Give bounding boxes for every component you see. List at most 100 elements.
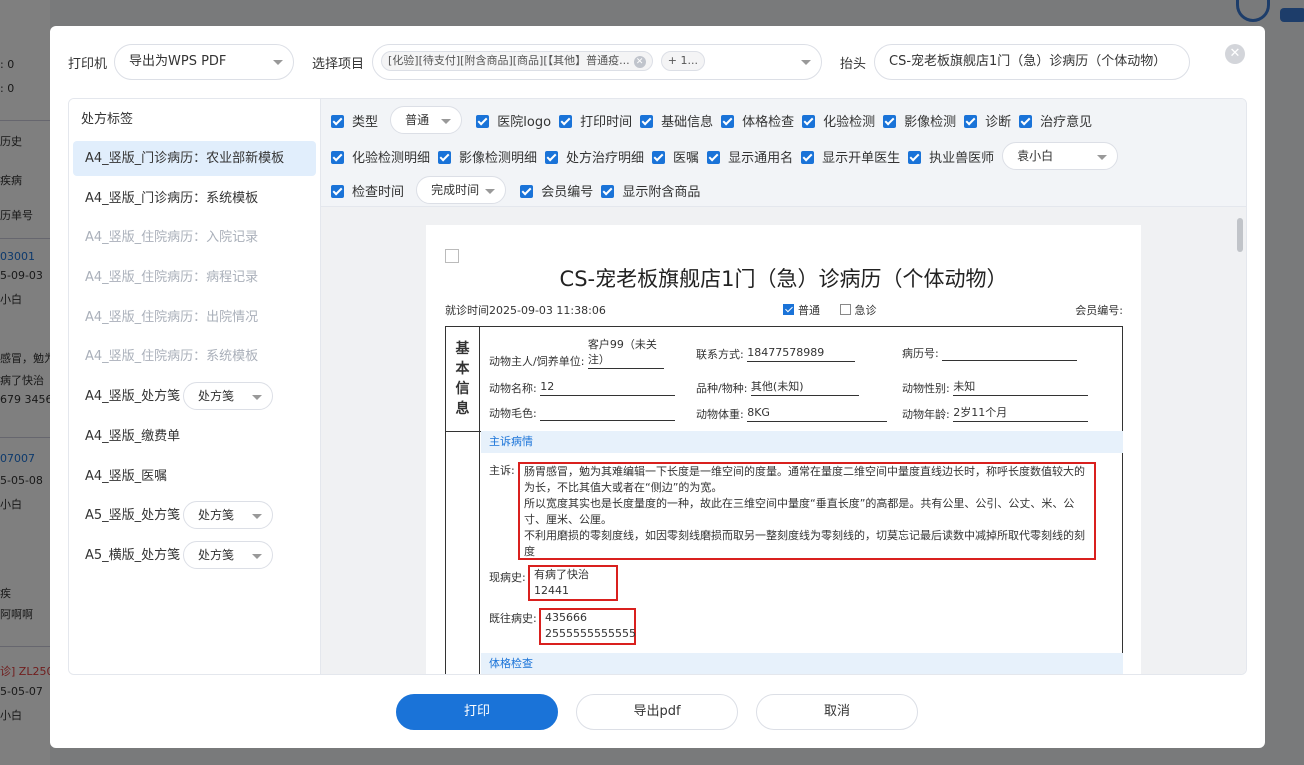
header-input-value: CS-宠老板旗舰店1门（急）诊病历（个体动物） [889,54,1167,69]
basic-info-table: 基本信息 动物主人/饲养单位: 客户99（未关注） 联系方式: 18477578… [445,326,1123,432]
age-field: 动物年龄: 2岁11个月 [902,405,1089,422]
option-checkbox[interactable]: 打印时间 [559,111,632,130]
tag-close-icon[interactable]: ✕ [633,55,646,68]
sidebar-item-template[interactable]: A4_竖版_住院病历：出院情况 [73,300,316,335]
checkbox-checked-icon[interactable] [601,184,615,198]
header-label: 抬头 [840,57,867,72]
type-select-value: 普通 [405,113,430,127]
option-checkbox[interactable]: 医院logo [476,111,551,130]
option-label: 化验检测 [823,114,876,130]
sidebar-item-template[interactable]: A4_竖版_门诊病历：农业部新模板 [73,141,316,176]
checkbox-checked-icon[interactable] [721,114,735,128]
sidebar-item-template[interactable]: A4_竖版_处方笺 处方笺 [73,379,316,414]
print-button[interactable]: 打印 [396,694,558,730]
sidebar-item-template[interactable]: A4_竖版_住院病历：系统模板 [73,339,316,374]
sidebar-item-select[interactable]: 处方笺 [183,382,273,411]
option-checkbox[interactable]: 体格检查 [721,111,794,130]
checkbox-checked-icon [783,304,794,315]
option-checkbox[interactable]: 化验检测 [802,111,875,130]
text-line: 肠胃感冒，勉为其难编辑一下长度是一维空间的度量。通常在量度二维空间中量度直线边长… [524,465,1085,478]
content-panel: 处方标签 A4_竖版_门诊病历：农业部新模板 A4_竖版_门诊病历：系统模板 A4_… [68,98,1247,675]
option-checkbox[interactable]: 显示开单医生 [801,147,900,166]
checkbox-checked-icon[interactable] [331,114,344,128]
option-label: 执业兽医师 [929,150,995,166]
option-label: 治疗意见 [1040,114,1093,130]
options-row-1: 类型 普通 医院logo 打印时间 基础信息 体格检查 化验检测 影像检测 诊断 治疗意见 [331,106,1100,136]
past-history-label: 既往病史: [489,612,537,625]
project-tag: [化验][待支付][附含商品][商品][【其他】普通疫... ✕ [381,50,653,71]
chevron-down-icon [252,553,262,559]
option-checkbox[interactable]: 影像检测明细 [438,147,537,166]
complaint-table: 主诉病情 主诉: 肠胃感冒，勉为其难编辑一下长度是一维空间的度量。通常在量度二维… [445,431,1123,674]
print-main: 类型 普通 医院logo 打印时间 基础信息 体格检查 化验检测 影像检测 诊断 治疗意见 化… [321,99,1246,674]
option-checkbox[interactable]: 显示通用名 [707,147,793,166]
type-select[interactable]: 普通 [390,106,463,134]
export-pdf-button[interactable]: 导出pdf [576,694,738,730]
check-time-select[interactable]: 完成时间 [416,176,507,204]
printer-select[interactable]: 导出为WPS PDF [114,44,294,80]
option-checkbox[interactable]: 显示附含商品 [601,181,700,200]
phone-value: 18477578989 [747,345,856,362]
option-check-time[interactable]: 检查时间 [331,181,404,200]
printer-label: 打印机 [68,57,108,72]
sidebar-item-select[interactable]: 处方笺 [183,540,273,569]
options-row-2: 化验检测明细 影像检测明细 处方治疗明细 医嘱 显示通用名 显示开单医生 执业兽医师 袁小白 [331,142,1128,172]
option-checkbox[interactable]: 影像检测 [883,111,956,130]
basic-info-header: 基本信息 [446,327,480,431]
checkbox-checked-icon[interactable] [883,114,897,128]
checkbox-checked-icon[interactable] [801,150,815,164]
project-more-tag[interactable]: + 1... [660,50,705,71]
option-checkbox[interactable]: 会员编号 [520,181,593,200]
preview-scrollbar[interactable] [1237,218,1243,252]
sidebar-item-label: A4_竖版_处方笺 [85,389,181,405]
checkbox-checked-icon[interactable] [331,150,344,164]
owner-value: 客户99（未关注） [587,337,664,369]
checkbox-checked-icon[interactable] [640,114,654,128]
checkbox-checked-icon[interactable] [559,114,573,128]
record-label: 病历号: [902,347,939,360]
complaint-section-header: 主诉病情 [481,431,1123,453]
option-checkbox[interactable]: 治疗意见 [1019,111,1092,130]
checkbox-checked-icon[interactable] [802,114,816,128]
sidebar-item-select[interactable]: 处方笺 [183,501,273,530]
option-checkbox[interactable]: 执业兽医师 [908,147,994,166]
sidebar-item-template[interactable]: A4_竖版_门诊病历：系统模板 [73,181,316,216]
sex-label: 动物性别: [902,382,950,395]
option-checkbox[interactable]: 化验检测明细 [331,147,430,166]
sidebar-item-template[interactable]: A5_竖版_处方笺 处方笺 [73,498,316,533]
checkbox-checked-icon[interactable] [476,114,490,128]
print-preview[interactable]: CS-宠老板旗舰店1门（急）诊病历（个体动物） 就诊时间2025-09-03 1… [321,208,1246,674]
checkbox-checked-icon[interactable] [520,184,534,198]
option-label: 影像检测明细 [459,150,538,166]
option-check-time-label: 检查时间 [352,184,405,200]
checkbox-checked-icon[interactable] [908,150,922,164]
option-checkbox[interactable]: 医嘱 [652,147,699,166]
sidebar-item-template[interactable]: A5_横版_处方笺 处方笺 [73,538,316,573]
checkbox-checked-icon[interactable] [652,150,666,164]
sidebar-item-template[interactable]: A4_竖版_医嘱 [73,459,316,494]
checkbox-checked-icon[interactable] [1019,114,1033,128]
sidebar-item-template[interactable]: A4_竖版_缴费单 [73,419,316,454]
option-type[interactable]: 类型 [331,111,378,130]
vet-select[interactable]: 袁小白 [1002,142,1119,170]
document-title: CS-宠老板旗舰店1门（急）诊病历（个体动物） [559,267,1008,291]
option-checkbox[interactable]: 基础信息 [640,111,713,130]
chevron-down-icon [273,60,283,65]
project-label: 选择项目 [312,57,365,72]
option-checkbox[interactable]: 处方治疗明细 [545,147,644,166]
project-select[interactable]: [化验][待支付][附含商品][商品][【其他】普通疫... ✕ + 1... [372,44,822,80]
checkbox-checked-icon[interactable] [707,150,721,164]
checkbox-checked-icon[interactable] [331,184,344,198]
sidebar-item-template[interactable]: A4_竖版_住院病历：病程记录 [73,260,316,295]
cancel-button[interactable]: 取消 [756,694,918,730]
option-checkbox[interactable]: 诊断 [964,111,1011,130]
template-list: A4_竖版_门诊病历：农业部新模板 A4_竖版_门诊病历：系统模板 A4_竖版_住院… [69,141,320,573]
hospital-logo-broken-image-icon [445,249,459,263]
sidebar-item-label: A4_竖版_缴费单 [85,428,181,444]
header-input[interactable]: CS-宠老板旗舰店1门（急）诊病历（个体动物） [874,44,1190,80]
checkbox-checked-icon[interactable] [438,150,452,164]
checkbox-checked-icon[interactable] [545,150,559,164]
text-line: 12441 [534,584,569,597]
checkbox-checked-icon[interactable] [964,114,978,128]
sidebar-item-template[interactable]: A4_竖版_住院病历：入院记录 [73,220,316,255]
